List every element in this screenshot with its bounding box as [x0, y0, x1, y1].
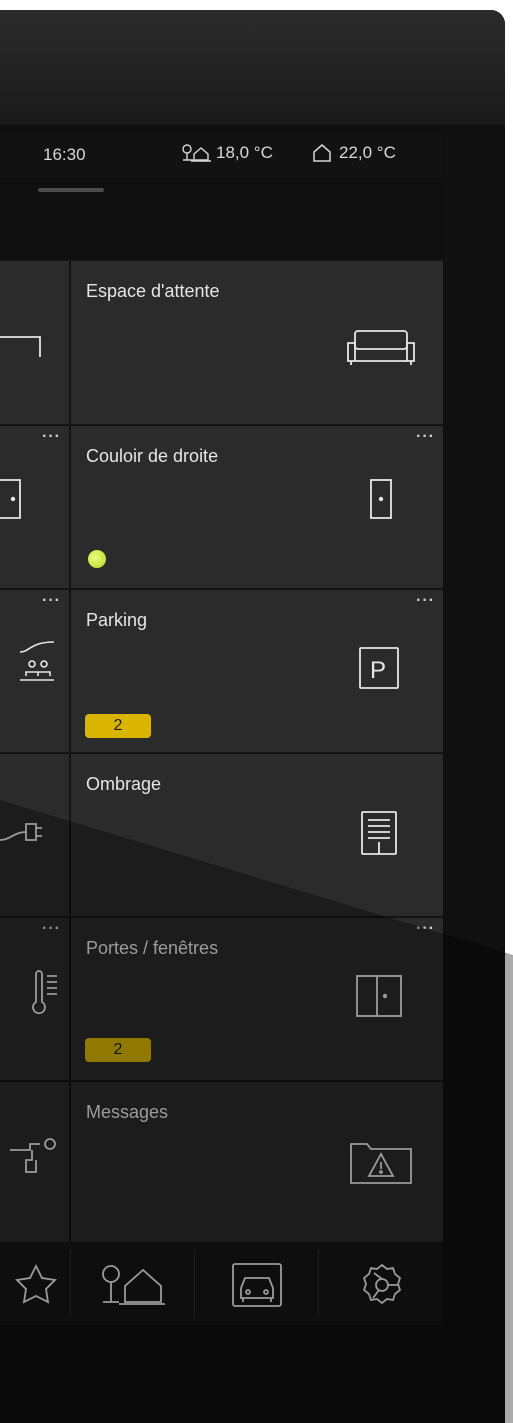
nav-settings[interactable] [319, 1242, 443, 1325]
more-options-icon[interactable]: ··· [416, 920, 435, 938]
settings-icon [362, 1263, 402, 1305]
svg-text:P: P [370, 657, 386, 684]
tile-title: Ombrage [86, 774, 162, 794]
home-weather-icon [102, 1265, 165, 1305]
nav-home-weather[interactable] [71, 1242, 194, 1325]
water-tap-icon [10, 1138, 56, 1173]
count-badge: 2 [85, 1038, 151, 1062]
plug-icon [0, 823, 42, 841]
thermometer-icon [32, 970, 57, 1015]
tile-messages[interactable]: Messages [71, 1082, 443, 1242]
more-options-icon[interactable]: ··· [42, 428, 61, 446]
sofa-icon [347, 330, 415, 365]
outdoor-home-icon [182, 144, 211, 162]
tile-title: Couloir de droite [86, 446, 219, 466]
favorites-star-icon [15, 1264, 57, 1304]
pull-handle[interactable] [38, 188, 104, 192]
tile-left-1[interactable] [0, 261, 69, 424]
tile-ombrage[interactable]: Ombrage [71, 754, 443, 916]
more-options-icon[interactable]: ··· [416, 592, 435, 610]
group-icon [19, 641, 55, 681]
more-options-icon[interactable]: ··· [42, 592, 61, 610]
indoor-temp-value: 22,0 °C [339, 143, 396, 162]
tile-title: Parking [86, 610, 148, 630]
status-indicator-dot [88, 550, 106, 568]
tile-left-2[interactable]: ··· [0, 426, 69, 588]
more-options-icon[interactable]: ··· [42, 920, 61, 938]
car-icon [232, 1263, 282, 1307]
tile-left-5[interactable]: ··· [0, 918, 69, 1080]
tile-left-6[interactable] [0, 1082, 69, 1242]
tile-couloir-droite[interactable]: Couloir de droite ··· [71, 426, 443, 588]
device-bezel-top [0, 10, 505, 125]
tile-espace-attente[interactable]: Espace d'attente [71, 261, 443, 424]
nav-car[interactable] [195, 1242, 318, 1325]
bed-icon [0, 336, 41, 357]
door-icon [0, 479, 21, 519]
touch-screen: 16:30 18,0 °C 22,0 °C Espace d'attente ·… [0, 135, 443, 1325]
parking-icon: P [359, 647, 399, 689]
tile-parking[interactable]: Parking ··· P 2 [71, 590, 443, 752]
tile-left-4[interactable] [0, 754, 69, 916]
door-icon [370, 479, 392, 519]
clock: 16:30 [43, 145, 86, 164]
device-frame: 16:30 18,0 °C 22,0 °C Espace d'attente ·… [0, 10, 505, 1423]
nav-favorites[interactable] [0, 1242, 70, 1325]
bottom-navigation [0, 1242, 443, 1325]
tile-title: Messages [86, 1102, 169, 1122]
count-badge: 2 [85, 714, 151, 738]
indoor-home-icon [313, 144, 331, 162]
outdoor-temp-value: 18,0 °C [216, 143, 273, 162]
indoor-temperature: 22,0 °C [311, 143, 396, 163]
tile-title: Portes / fenêtres [86, 938, 219, 958]
blinds-icon [361, 811, 397, 855]
tile-portes-fenetres[interactable]: Portes / fenêtres ··· 2 [71, 918, 443, 1080]
window-icon [356, 975, 402, 1017]
more-options-icon[interactable]: ··· [416, 428, 435, 446]
warning-folder-icon [350, 1143, 412, 1184]
tile-left-3[interactable]: ··· [0, 590, 69, 752]
outdoor-temperature: 18,0 °C [180, 143, 273, 163]
status-bar: 16:30 18,0 °C 22,0 °C [0, 135, 443, 178]
tile-title: Espace d'attente [86, 281, 220, 301]
